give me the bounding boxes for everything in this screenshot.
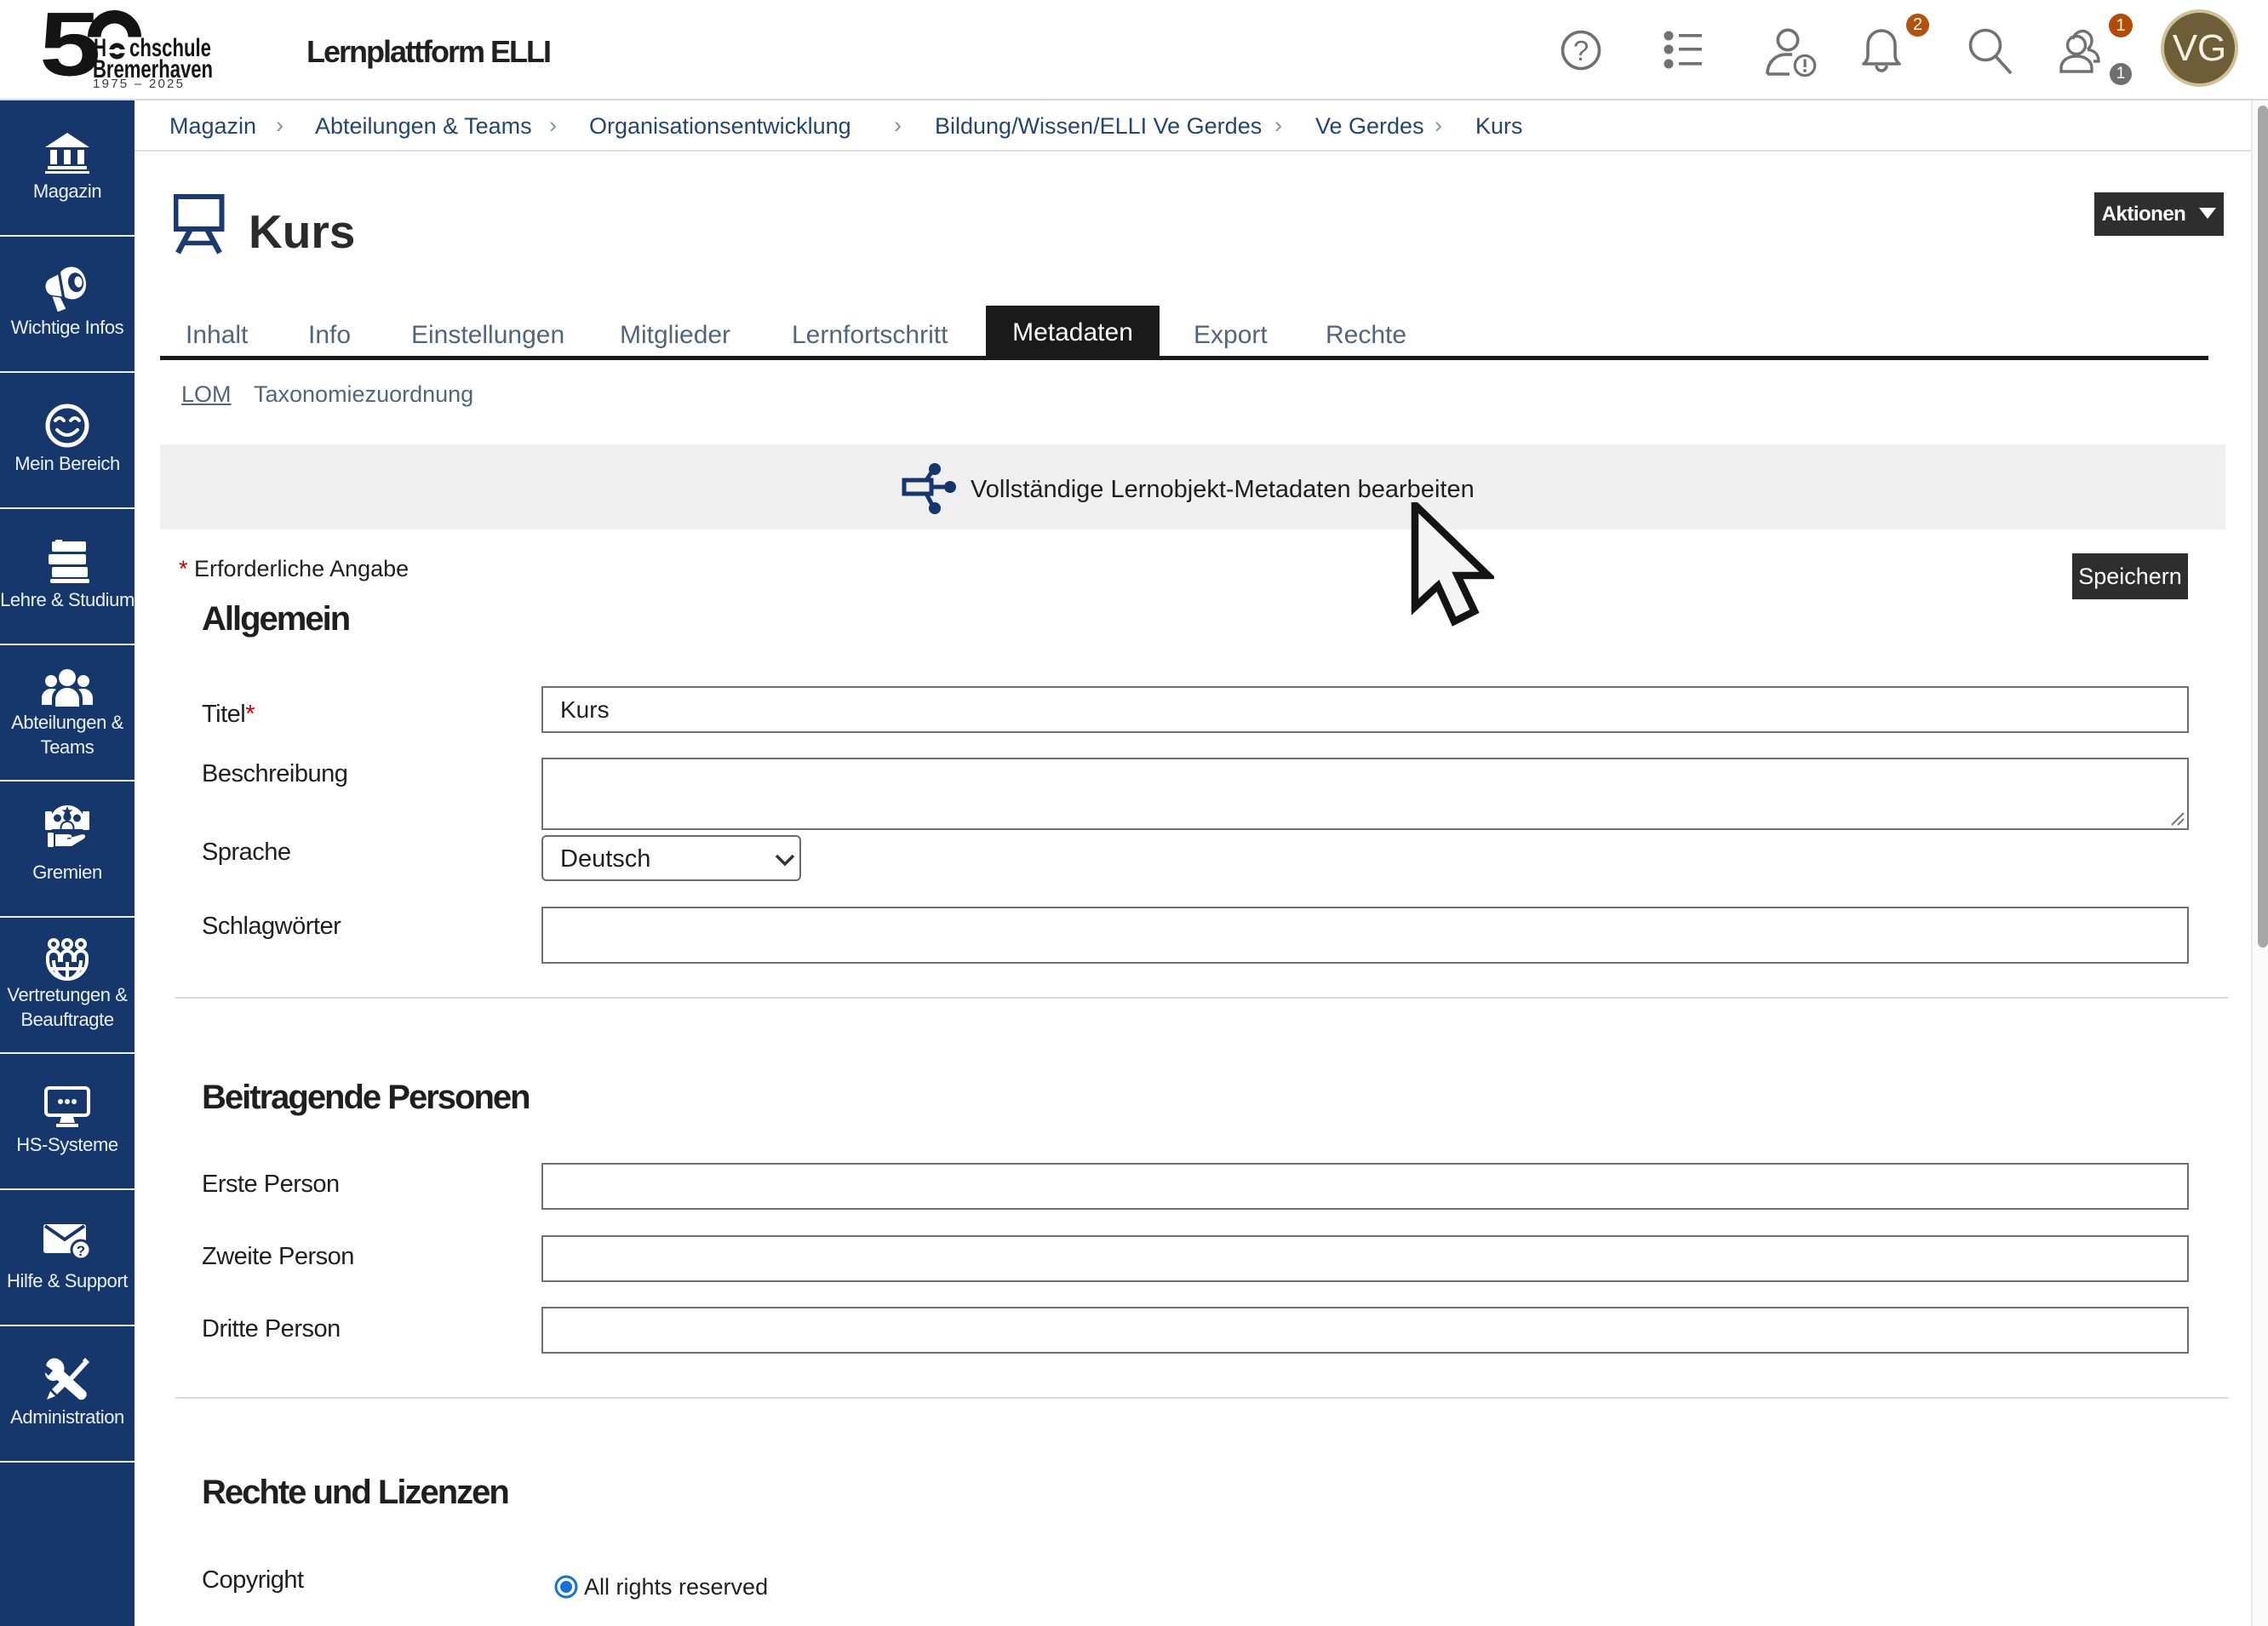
svg-text:?: ? [77, 1243, 85, 1259]
svg-text:?: ? [1573, 35, 1589, 66]
svg-text:5: 5 [39, 7, 100, 95]
svg-text:1975 – 2025: 1975 – 2025 [93, 77, 183, 91]
